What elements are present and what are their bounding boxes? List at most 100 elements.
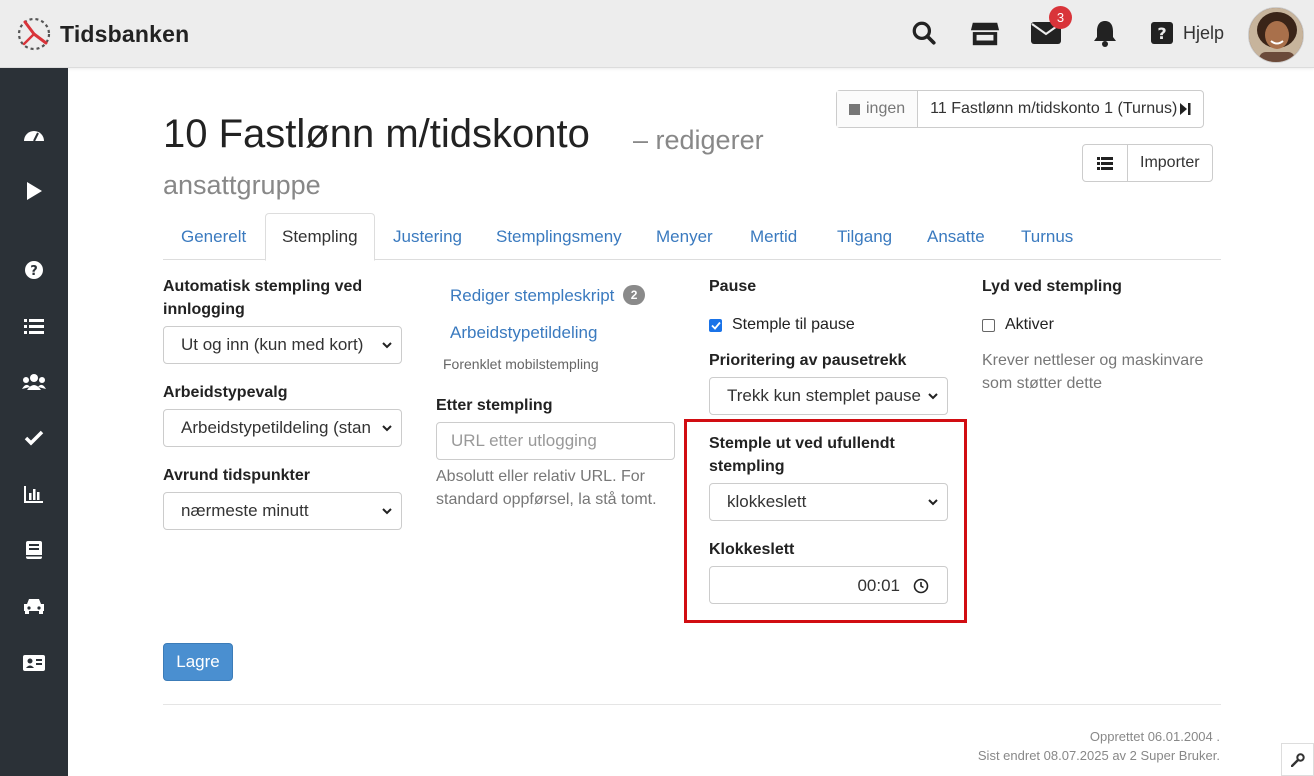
- question-icon: ?: [1151, 22, 1173, 44]
- after-stamp-label: Etter stempling: [436, 397, 553, 414]
- tab-generelt[interactable]: Generelt: [181, 213, 246, 260]
- chevron-down-icon: [382, 508, 392, 515]
- round-select[interactable]: nærmeste minutt: [163, 492, 402, 530]
- check-icon[interactable]: [19, 423, 49, 453]
- page-title: 10 Fastlønn m/tidskonto: [163, 112, 590, 156]
- search-icon[interactable]: [909, 18, 939, 48]
- list-icon: [1097, 156, 1113, 170]
- sound-help-line1: Krever nettleser og maskinvare: [982, 352, 1204, 369]
- brand-logo[interactable]: Tidsbanken: [16, 16, 189, 52]
- list-icon[interactable]: [19, 311, 49, 341]
- edit-script-link[interactable]: Rediger stempleskript 2: [450, 285, 646, 306]
- chevron-down-icon: [381, 422, 393, 434]
- pause-priority-value: Trekk kun stemplet pause: [727, 386, 922, 405]
- chevron-down-icon: [382, 342, 392, 349]
- save-button[interactable]: Lagre: [163, 643, 233, 681]
- clock-icon[interactable]: [913, 578, 929, 594]
- users-icon[interactable]: [19, 367, 49, 397]
- nav-none-label: ingen: [866, 100, 906, 117]
- import-label: Importer: [1140, 154, 1200, 171]
- nav-next-label: 11 Fastlønn m/tidskonto 1 (Turnus): [930, 100, 1178, 117]
- after-stamp-help: Absolutt eller relativ URL. For standard…: [436, 465, 657, 511]
- activate-sound-checkbox[interactable]: Aktiver: [982, 316, 1054, 334]
- tab-turnus[interactable]: Turnus: [1021, 213, 1073, 260]
- svg-text:?: ?: [1157, 24, 1166, 43]
- help-circle-icon[interactable]: ?: [19, 255, 49, 285]
- sidebar: ?: [0, 68, 68, 776]
- step-forward-icon: [1180, 103, 1191, 115]
- checkbox-checked-icon: [709, 318, 722, 332]
- stamp-to-pause-checkbox[interactable]: Stemple til pause: [709, 316, 855, 334]
- chevron-down-icon: [928, 499, 938, 506]
- svg-text:?: ?: [30, 264, 38, 279]
- wrench-icon[interactable]: [1281, 743, 1314, 776]
- tab-stempling[interactable]: Stempling: [265, 213, 375, 261]
- after-stamp-help-line1: Absolutt eller relativ URL. For: [436, 468, 645, 485]
- incomplete-stamp-label-line2: stempling: [709, 458, 785, 475]
- incomplete-stamp-value: klokkeslett: [727, 492, 807, 511]
- dashboard-icon[interactable]: [19, 120, 49, 150]
- modified-info: Sist endret 08.07.2025 av 2 Super Bruker…: [977, 748, 1220, 763]
- tab-stemplingsmeny[interactable]: Stemplingsmeny: [496, 213, 622, 260]
- auto-stamp-select[interactable]: Ut og inn (kun med kort): [163, 326, 402, 364]
- chevron-down-icon: [927, 390, 939, 402]
- after-stamp-url-input[interactable]: URL etter utlogging: [436, 422, 675, 460]
- worktype-select[interactable]: Arbeidstypetildeling (stan: [163, 409, 402, 447]
- pause-priority-select[interactable]: Trekk kun stemplet pause: [709, 377, 948, 415]
- help-button[interactable]: ? Hjelp: [1151, 22, 1224, 44]
- auto-stamp-label-line1: Automatisk stempling ved: [163, 278, 363, 295]
- sound-help-line2: som støtter dette: [982, 375, 1103, 392]
- after-stamp-help-line2: standard oppførsel, la stå tomt.: [436, 491, 657, 508]
- user-avatar[interactable]: [1248, 7, 1304, 63]
- sound-help: Krever nettleser og maskinvare som støtt…: [982, 349, 1203, 395]
- tab-bar: Generelt Stempling Justering Stemplingsm…: [163, 213, 1221, 261]
- pause-priority-label: Prioritering av pausetrekk: [709, 352, 907, 369]
- tab-tilgang[interactable]: Tilgang: [837, 213, 892, 260]
- stamp-to-pause-label: Stemple til pause: [732, 316, 855, 333]
- time-label: Klokkeslett: [709, 541, 795, 558]
- top-bar: Tidsbanken 3 ? Hjelp: [0, 0, 1314, 68]
- group-nav: ingen 11 Fastlønn m/tidskonto 1 (Turnus): [836, 90, 1205, 128]
- stop-icon: [849, 103, 860, 115]
- edit-script-label: Rediger stempleskript: [450, 286, 615, 305]
- play-icon[interactable]: [19, 176, 49, 206]
- time-input[interactable]: 00:01: [709, 566, 948, 604]
- time-value: 00:01: [857, 576, 900, 595]
- id-card-icon[interactable]: [19, 648, 49, 678]
- script-count-badge: 2: [623, 285, 646, 305]
- worktype-value: Arbeidstypetildeling (stan: [181, 418, 371, 437]
- tab-ansatte[interactable]: Ansatte: [927, 213, 985, 260]
- store-icon[interactable]: [970, 18, 1000, 48]
- tab-menyer[interactable]: Menyer: [656, 213, 713, 260]
- car-icon[interactable]: [19, 591, 49, 621]
- list-view-button[interactable]: [1083, 145, 1127, 181]
- nav-next-button[interactable]: 11 Fastlønn m/tidskonto 1 (Turnus): [917, 91, 1203, 127]
- bell-icon[interactable]: [1090, 18, 1120, 48]
- brand-name: Tidsbanken: [60, 20, 190, 47]
- checkbox-unchecked-icon: [982, 318, 995, 332]
- nav-none-button[interactable]: ingen: [837, 91, 918, 127]
- incomplete-stamp-label: Stemple ut ved ufullendt stempling: [709, 432, 895, 478]
- auto-stamp-value: Ut og inn (kun med kort): [181, 335, 364, 354]
- page-subtitle-part1: – redigerer: [633, 125, 764, 155]
- activate-sound-label: Aktiver: [1005, 316, 1054, 333]
- import-group: Importer: [1082, 144, 1213, 182]
- simplified-mobile-label: Forenklet mobilstempling: [443, 356, 599, 372]
- auto-stamp-label-line2: innlogging: [163, 301, 245, 318]
- book-icon[interactable]: [19, 535, 49, 565]
- sound-label: Lyd ved stempling: [982, 278, 1122, 295]
- tab-mertid[interactable]: Mertid: [750, 213, 797, 260]
- divider: [163, 704, 1221, 705]
- worktype-assign-link[interactable]: Arbeidstypetildeling: [450, 323, 597, 343]
- round-value: nærmeste minutt: [181, 501, 309, 520]
- worktype-label: Arbeidstypevalg: [163, 384, 288, 401]
- pause-label: Pause: [709, 278, 757, 295]
- chart-icon[interactable]: [19, 479, 49, 509]
- tab-justering[interactable]: Justering: [393, 213, 462, 260]
- import-button[interactable]: Importer: [1127, 145, 1212, 181]
- created-info: Opprettet 06.01.2004 .: [1089, 729, 1220, 744]
- page-subtitle-part2: ansattgruppe: [163, 170, 321, 200]
- help-label: Hjelp: [1183, 22, 1225, 43]
- incomplete-stamp-select[interactable]: klokkeslett: [709, 483, 948, 521]
- round-label: Avrund tidspunkter: [163, 467, 310, 484]
